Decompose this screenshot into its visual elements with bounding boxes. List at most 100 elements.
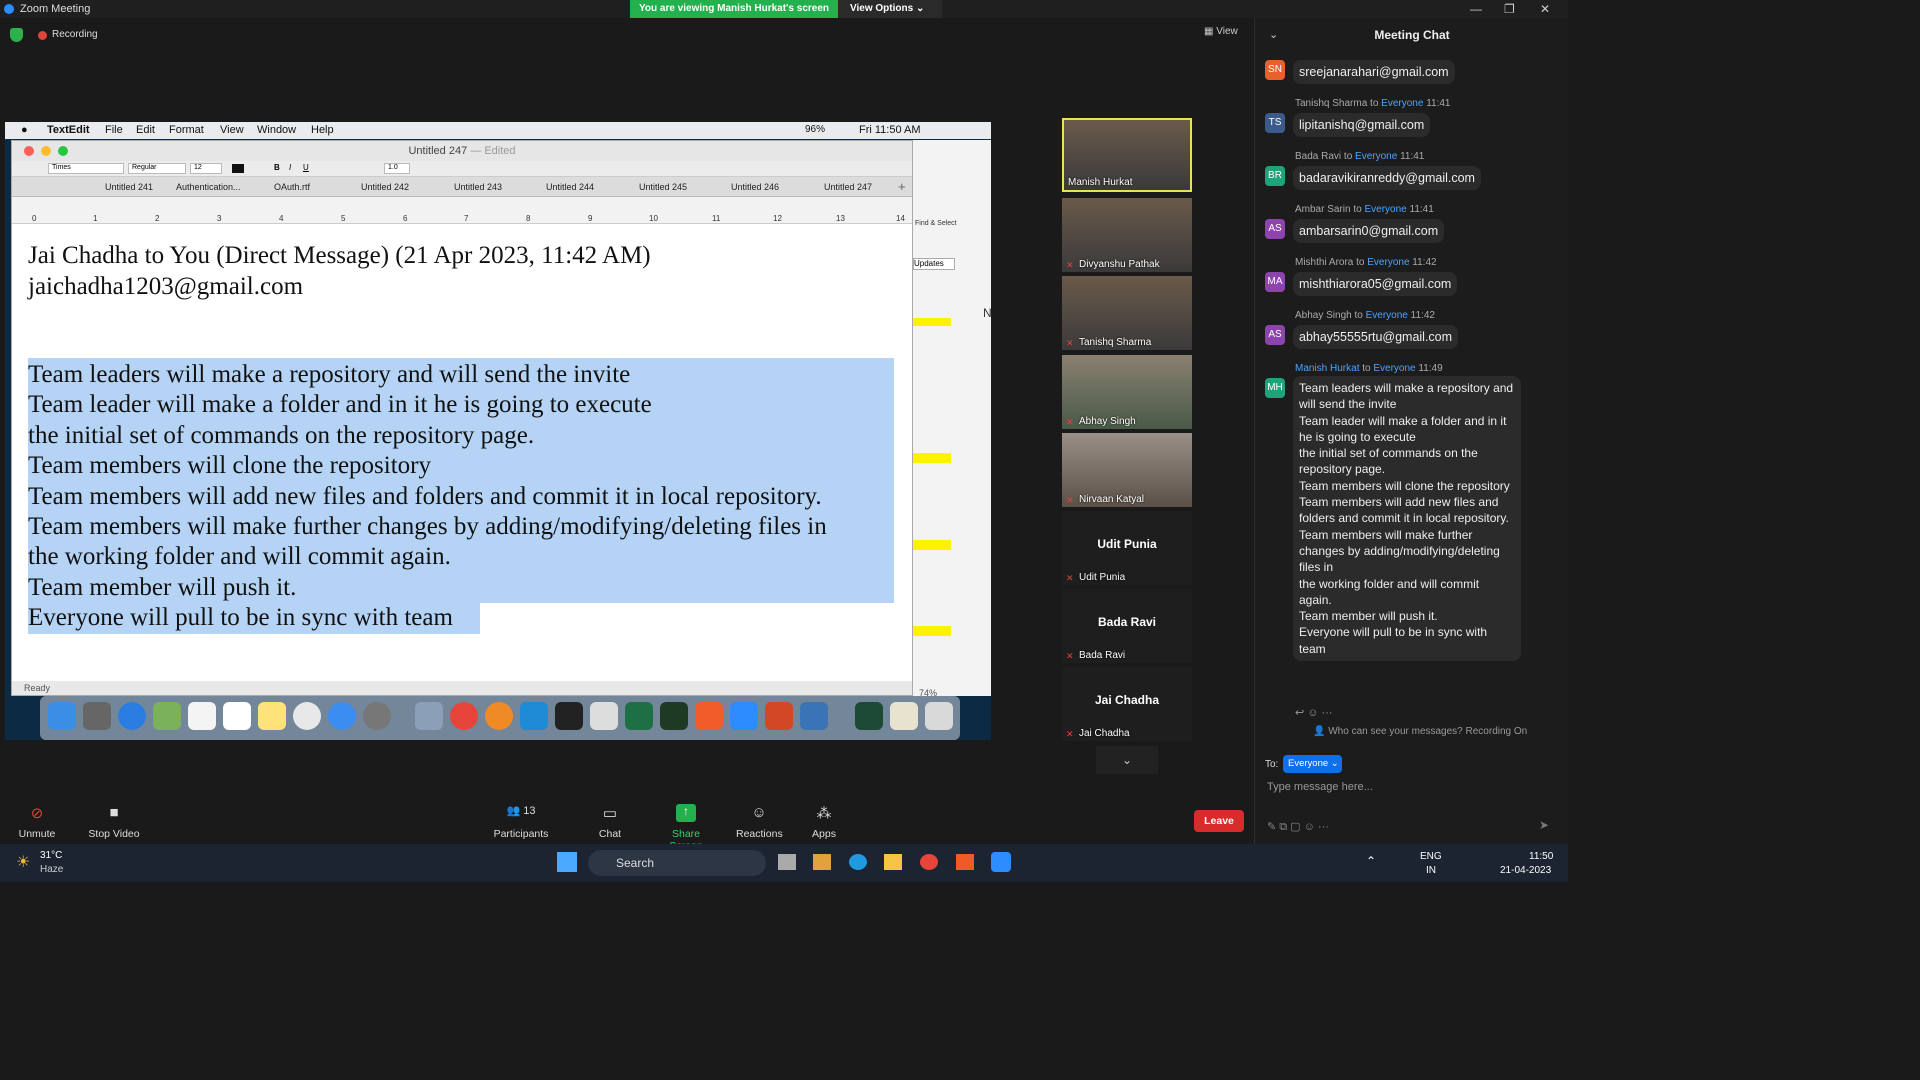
participant-tile[interactable]: Manish Hurkat	[1062, 118, 1192, 192]
line-spacing-select[interactable]: 1.0	[384, 163, 410, 174]
zoom-icon[interactable]	[730, 702, 758, 730]
tab-untitled-246[interactable]: Untitled 246	[731, 182, 779, 192]
reply-icon[interactable]: ↩ ☺ ···	[1295, 706, 1333, 719]
bold-button[interactable]: B	[274, 163, 280, 172]
participant-tile[interactable]: ✕ Divyanshu Pathak	[1062, 198, 1192, 272]
chat-message-line: Team members will make further changes b…	[1299, 527, 1500, 575]
reactions-button[interactable]: ☺ Reactions	[736, 804, 783, 840]
documents-folder-icon[interactable]	[890, 702, 918, 730]
reminders-icon[interactable]	[188, 702, 216, 730]
postman-icon[interactable]	[695, 702, 723, 730]
zoom-window-icon[interactable]	[58, 146, 68, 156]
minimize-window-icon[interactable]	[41, 146, 51, 156]
view-options-button[interactable]: View Options ⌄	[838, 0, 942, 18]
participant-tile[interactable]: ✕ Tanishq Sharma	[1062, 276, 1192, 350]
participant-tile[interactable]: Bada Ravi ✕ Bada Ravi	[1062, 589, 1192, 663]
view-button[interactable]: ▦ View	[1204, 26, 1238, 37]
updates-button[interactable]: Updates	[913, 258, 955, 270]
task-view-icon[interactable]	[778, 854, 796, 870]
document-body[interactable]: Jai Chadha to You (Direct Message) (21 A…	[24, 224, 904, 669]
tab-untitled-241[interactable]: Untitled 241	[105, 182, 153, 192]
italic-button[interactable]: I	[289, 163, 291, 172]
timestamp: 11:41	[1409, 204, 1434, 215]
participant-tile[interactable]: ✕ Nirvaan Katyal	[1062, 433, 1192, 507]
stop-video-button[interactable]: ■ Stop Video	[86, 804, 142, 840]
participants-button[interactable]: 👥 13 Participants	[492, 804, 550, 840]
text-color-swatch[interactable]	[232, 164, 244, 173]
font-family-select[interactable]: Times	[48, 163, 124, 174]
store-icon[interactable]	[813, 854, 831, 870]
calendar-icon[interactable]	[223, 702, 251, 730]
chevron-up-icon[interactable]: ⌃	[1366, 854, 1376, 868]
preview-icon[interactable]	[415, 702, 443, 730]
messages-icon[interactable]	[328, 702, 356, 730]
mongodb-icon[interactable]	[660, 702, 688, 730]
activity-monitor-icon[interactable]	[855, 702, 883, 730]
scroll-participants-down-icon[interactable]: ⌄	[1096, 746, 1158, 774]
maps-icon[interactable]	[153, 702, 181, 730]
zoom-taskbar-icon[interactable]	[991, 852, 1011, 872]
menu-textedit[interactable]: TextEdit	[47, 124, 90, 136]
participant-tile[interactable]: ✕ Abhay Singh	[1062, 355, 1192, 429]
participant-tile[interactable]: Jai Chadha ✕ Jai Chadha	[1062, 667, 1192, 741]
finder-icon[interactable]	[48, 702, 76, 730]
menu-format[interactable]: Format	[169, 124, 204, 136]
chrome-icon[interactable]	[920, 854, 938, 870]
close-window-icon[interactable]	[24, 146, 34, 156]
windows-start-icon[interactable]	[557, 852, 577, 872]
participant-name: Abhay Singh	[1079, 416, 1136, 427]
notes-icon[interactable]	[258, 702, 286, 730]
send-icon[interactable]: ➤	[1539, 818, 1549, 832]
excel-icon[interactable]	[625, 702, 653, 730]
tab-untitled-242[interactable]: Untitled 242	[361, 182, 409, 192]
taskbar-time[interactable]: 11:50	[1529, 851, 1553, 862]
tab-untitled-245[interactable]: Untitled 245	[639, 182, 687, 192]
recipient-select[interactable]: Everyone ⌄	[1283, 755, 1342, 773]
close-icon[interactable]: ✕	[1540, 2, 1550, 16]
new-tab-icon[interactable]: +	[898, 179, 906, 194]
photos-icon[interactable]	[293, 702, 321, 730]
tab-oauth[interactable]: OAuth.rtf	[274, 182, 310, 192]
font-style-select[interactable]: Regular	[128, 163, 186, 174]
taskbar-search[interactable]: Search	[588, 850, 766, 876]
menu-file[interactable]: File	[105, 124, 123, 136]
terminal-icon[interactable]	[555, 702, 583, 730]
menu-view[interactable]: View	[220, 124, 244, 136]
participant-tile[interactable]: Udit Punia ✕ Udit Punia	[1062, 511, 1192, 585]
powerpoint-icon[interactable]	[765, 702, 793, 730]
system-preferences-icon[interactable]	[363, 702, 391, 730]
launchpad-icon[interactable]	[83, 702, 111, 730]
tab-authentication[interactable]: Authentication...	[176, 182, 241, 192]
python-icon[interactable]	[800, 702, 828, 730]
file-explorer-icon[interactable]	[884, 854, 902, 870]
chat-input[interactable]: Type message here...	[1267, 781, 1373, 793]
font-size-select[interactable]: 12	[190, 163, 222, 174]
edge-icon[interactable]	[849, 854, 867, 870]
menu-edit[interactable]: Edit	[136, 124, 155, 136]
firefox-icon[interactable]	[485, 702, 513, 730]
leave-button[interactable]: Leave	[1194, 810, 1244, 832]
apps-button[interactable]: ⁂ Apps	[810, 804, 838, 840]
restore-icon[interactable]: ❐	[1504, 2, 1515, 16]
security-shield-icon[interactable]	[10, 28, 23, 42]
who-can-see-link[interactable]: 👤 Who can see your messages? Recording O…	[1313, 726, 1527, 737]
chat-message-text: abhay55555rtu@gmail.com	[1293, 325, 1459, 349]
brave-icon[interactable]	[956, 854, 974, 870]
weather-icon[interactable]: ☀	[16, 852, 30, 872]
minimize-icon[interactable]: —	[1470, 2, 1482, 16]
language-eng[interactable]: ENG	[1420, 851, 1442, 862]
format-icons[interactable]: ✎ ⧉ ▢ ☺ ···	[1267, 820, 1329, 834]
menu-help[interactable]: Help	[311, 124, 334, 136]
safari-icon[interactable]	[118, 702, 146, 730]
unmute-button[interactable]: ⊘ Unmute	[14, 804, 60, 840]
trash-icon[interactable]	[925, 702, 953, 730]
vscode-icon[interactable]	[520, 702, 548, 730]
tab-untitled-243[interactable]: Untitled 243	[454, 182, 502, 192]
chrome-icon[interactable]	[450, 702, 478, 730]
tab-untitled-247[interactable]: Untitled 247	[824, 182, 872, 192]
tab-untitled-244[interactable]: Untitled 244	[546, 182, 594, 192]
textedit-icon[interactable]	[590, 702, 618, 730]
chat-button[interactable]: ▭ Chat	[596, 804, 624, 840]
menu-window[interactable]: Window	[257, 124, 296, 136]
underline-button[interactable]: U	[303, 163, 309, 172]
